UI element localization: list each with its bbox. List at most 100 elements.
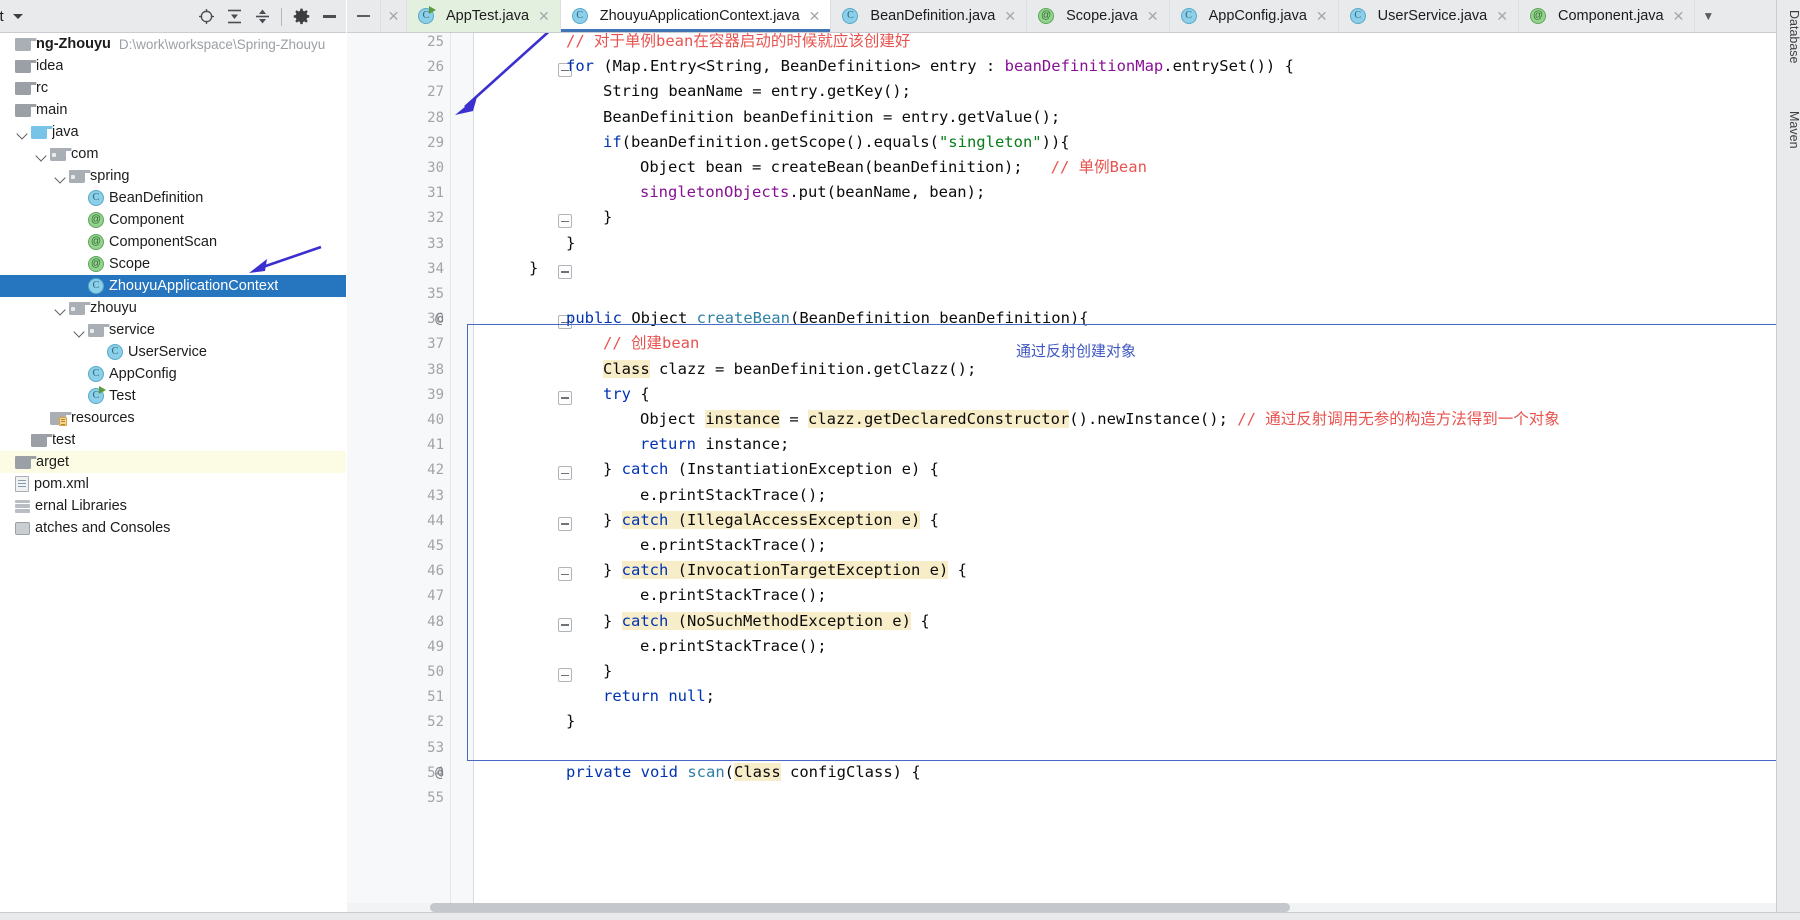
console-icon <box>15 521 30 535</box>
close-all-icon[interactable]: ✕ <box>381 0 407 32</box>
editor-tab-zhouyuapplicationcontext[interactable]: C ZhouyuApplicationContext.java ✕ <box>560 0 832 32</box>
tree-node-componentscan[interactable]: @ ComponentScan <box>0 231 346 253</box>
tree-node-component[interactable]: @ Component <box>0 209 346 231</box>
tree-node-ng-zhouyu[interactable]: ng-Zhouyu D:\work\workspace\Spring-Zhouyu <box>0 33 346 55</box>
tree-node-atches-and-consoles[interactable]: atches and Consoles <box>0 517 346 539</box>
code-line[interactable]: } catch (InstantiationException e) { <box>603 460 939 479</box>
code-line[interactable]: return null; <box>603 687 715 706</box>
settings-gear-icon[interactable] <box>288 4 314 30</box>
tree-node-resources[interactable]: resources <box>0 407 346 429</box>
code-line[interactable]: e.printStackTrace(); <box>640 586 827 605</box>
code-line[interactable]: } <box>529 259 538 278</box>
fold-column[interactable] <box>451 33 572 920</box>
code-line[interactable]: BeanDefinition beanDefinition = entry.ge… <box>603 108 1060 127</box>
code-line[interactable]: e.printStackTrace(); <box>640 637 827 656</box>
tree-node-userservice[interactable]: C UserService <box>0 341 346 363</box>
code-line[interactable]: // 创建bean <box>603 334 699 353</box>
tree-node-zhouyu[interactable]: zhouyu <box>0 297 346 319</box>
editor-tab-beandefinition[interactable]: C BeanDefinition.java ✕ <box>831 0 1028 32</box>
code-line[interactable]: } <box>566 712 575 731</box>
locate-icon[interactable] <box>193 4 219 30</box>
code-line[interactable]: e.printStackTrace(); <box>640 486 827 505</box>
editor-tab-bar[interactable]: ✕ C AppTest.java ✕ C ZhouyuApplicationContex… <box>347 0 1776 33</box>
editor-tab-scope[interactable]: @ Scope.java ✕ <box>1027 0 1170 32</box>
code-line[interactable]: try { <box>603 385 650 404</box>
chevron-expanded-icon[interactable] <box>73 324 86 337</box>
code-token: BeanDefinition beanDefinition = entry.ge… <box>603 107 1061 126</box>
tree-node-scope[interactable]: @ Scope <box>0 253 346 275</box>
code-line[interactable]: if(beanDefinition.getScope().equals("sin… <box>603 133 1070 152</box>
code-line[interactable]: } catch (InvocationTargetException e) { <box>603 561 967 580</box>
tree-node-java[interactable]: java <box>0 121 346 143</box>
tabs-overflow-chevron-down-icon[interactable]: ▼ <box>1695 0 1721 32</box>
chevron-expanded-icon[interactable] <box>54 170 67 183</box>
code-line[interactable]: public Object createBean(BeanDefinition … <box>566 309 1089 328</box>
editor-tab-component[interactable]: @ Component.java ✕ <box>1519 0 1696 32</box>
tree-node-pom-xml[interactable]: pom.xml <box>0 473 346 495</box>
tree-node-rc[interactable]: rc <box>0 77 346 99</box>
code-line[interactable]: Object instance = clazz.getDeclaredConst… <box>640 410 1560 429</box>
code-line[interactable]: } <box>603 662 612 681</box>
close-tab-icon[interactable]: ✕ <box>1147 8 1159 25</box>
annotation-gutter-marker[interactable]: @ <box>435 765 443 781</box>
close-tab-icon[interactable]: ✕ <box>809 8 821 25</box>
tree-node-zhouyuapplicationcontext[interactable]: C ZhouyuApplicationContext <box>0 275 346 297</box>
editor-gutter[interactable]: 25 26 27 28 29 30 31 32 33 34 35 36 @37 38 39 40 41 42 43 4… <box>347 33 451 920</box>
code-line[interactable]: Class clazz = beanDefinition.getClazz(); <box>603 359 976 379</box>
java-annotation-icon: @ <box>1529 8 1546 24</box>
code-line[interactable]: } catch (NoSuchMethodException e) { <box>603 611 930 631</box>
code-line[interactable]: singletonObjects.put(beanName, bean); <box>640 183 985 202</box>
close-tab-icon[interactable]: ✕ <box>1004 8 1016 25</box>
code-line[interactable]: } catch (IllegalAccessException e) { <box>603 510 939 530</box>
code-line[interactable]: return instance; <box>640 435 789 454</box>
tree-node-test[interactable]: C Test <box>0 385 346 407</box>
code-token: } <box>603 662 613 680</box>
editor-tab-apptest[interactable]: C AppTest.java ✕ <box>407 0 561 32</box>
java-annotation-icon: @ <box>88 256 104 272</box>
project-tree[interactable]: ng-Zhouyu D:\work\workspace\Spring-Zhouyu… <box>0 33 346 920</box>
tree-node-arget[interactable]: arget <box>0 451 346 473</box>
close-tab-icon[interactable]: ✕ <box>1496 8 1508 25</box>
tree-node-test[interactable]: test <box>0 429 346 451</box>
hide-tabs-icon[interactable] <box>347 0 381 32</box>
editor-tab-userservice[interactable]: C UserService.java ✕ <box>1339 0 1519 32</box>
java-class-icon: C <box>88 366 104 382</box>
expand-all-icon[interactable] <box>221 4 247 30</box>
tool-tab-database[interactable]: Database <box>1777 4 1800 70</box>
chevron-expanded-icon[interactable] <box>16 126 29 139</box>
code-content[interactable]: // 对于单例bean在容器启动的时候就应该创建好 for (Map.Entry<… <box>474 33 1776 920</box>
tree-node-label: ng-Zhouyu <box>36 36 111 52</box>
tree-node-appconfig[interactable]: C AppConfig <box>0 363 346 385</box>
project-view-selector[interactable]: ct <box>0 8 23 25</box>
tool-tab-maven[interactable]: Maven <box>1777 105 1800 155</box>
tree-node-beandefinition[interactable]: C BeanDefinition <box>0 187 346 209</box>
code-editor[interactable]: 25 26 27 28 29 30 31 32 33 34 35 36 @37 38 39 40 41 42 43 4… <box>347 33 1776 920</box>
code-line[interactable]: // 对于单例bean在容器启动的时候就应该创建好 <box>566 33 910 51</box>
tree-node-idea[interactable]: idea <box>0 55 346 77</box>
hide-panel-icon[interactable] <box>316 4 342 30</box>
annotation-gutter-marker[interactable]: @ <box>435 311 443 327</box>
java-class-icon: C <box>1180 8 1197 24</box>
code-line[interactable]: for (Map.Entry<String, BeanDefinition> e… <box>566 57 1294 76</box>
tree-node-ernal-libraries[interactable]: ernal Libraries <box>0 495 346 517</box>
close-tab-icon[interactable]: ✕ <box>1673 8 1685 25</box>
code-line[interactable]: } <box>566 234 575 253</box>
tree-node-service[interactable]: service <box>0 319 346 341</box>
horizontal-scrollbar-thumb[interactable] <box>430 903 1290 912</box>
tree-node-main[interactable]: main <box>0 99 346 121</box>
close-tab-icon[interactable]: ✕ <box>1316 8 1328 25</box>
close-tab-icon[interactable]: ✕ <box>538 8 550 25</box>
chevron-expanded-icon[interactable] <box>35 148 48 161</box>
code-line[interactable]: private void scan(Class configClass) { <box>566 762 921 782</box>
collapse-all-icon[interactable] <box>249 4 275 30</box>
chevron-down-icon[interactable] <box>12 13 23 19</box>
code-line[interactable]: Object bean = createBean(beanDefinition)… <box>640 158 1147 177</box>
tree-node-spring[interactable]: spring <box>0 165 346 187</box>
code-line[interactable]: String beanName = entry.getKey(); <box>603 82 911 101</box>
code-line[interactable]: } <box>603 208 612 227</box>
line-number: 27 <box>427 84 444 101</box>
chevron-expanded-icon[interactable] <box>54 302 67 315</box>
tree-node-com[interactable]: com <box>0 143 346 165</box>
editor-tab-appconfig[interactable]: C AppConfig.java ✕ <box>1170 0 1339 32</box>
code-line[interactable]: e.printStackTrace(); <box>640 536 827 555</box>
